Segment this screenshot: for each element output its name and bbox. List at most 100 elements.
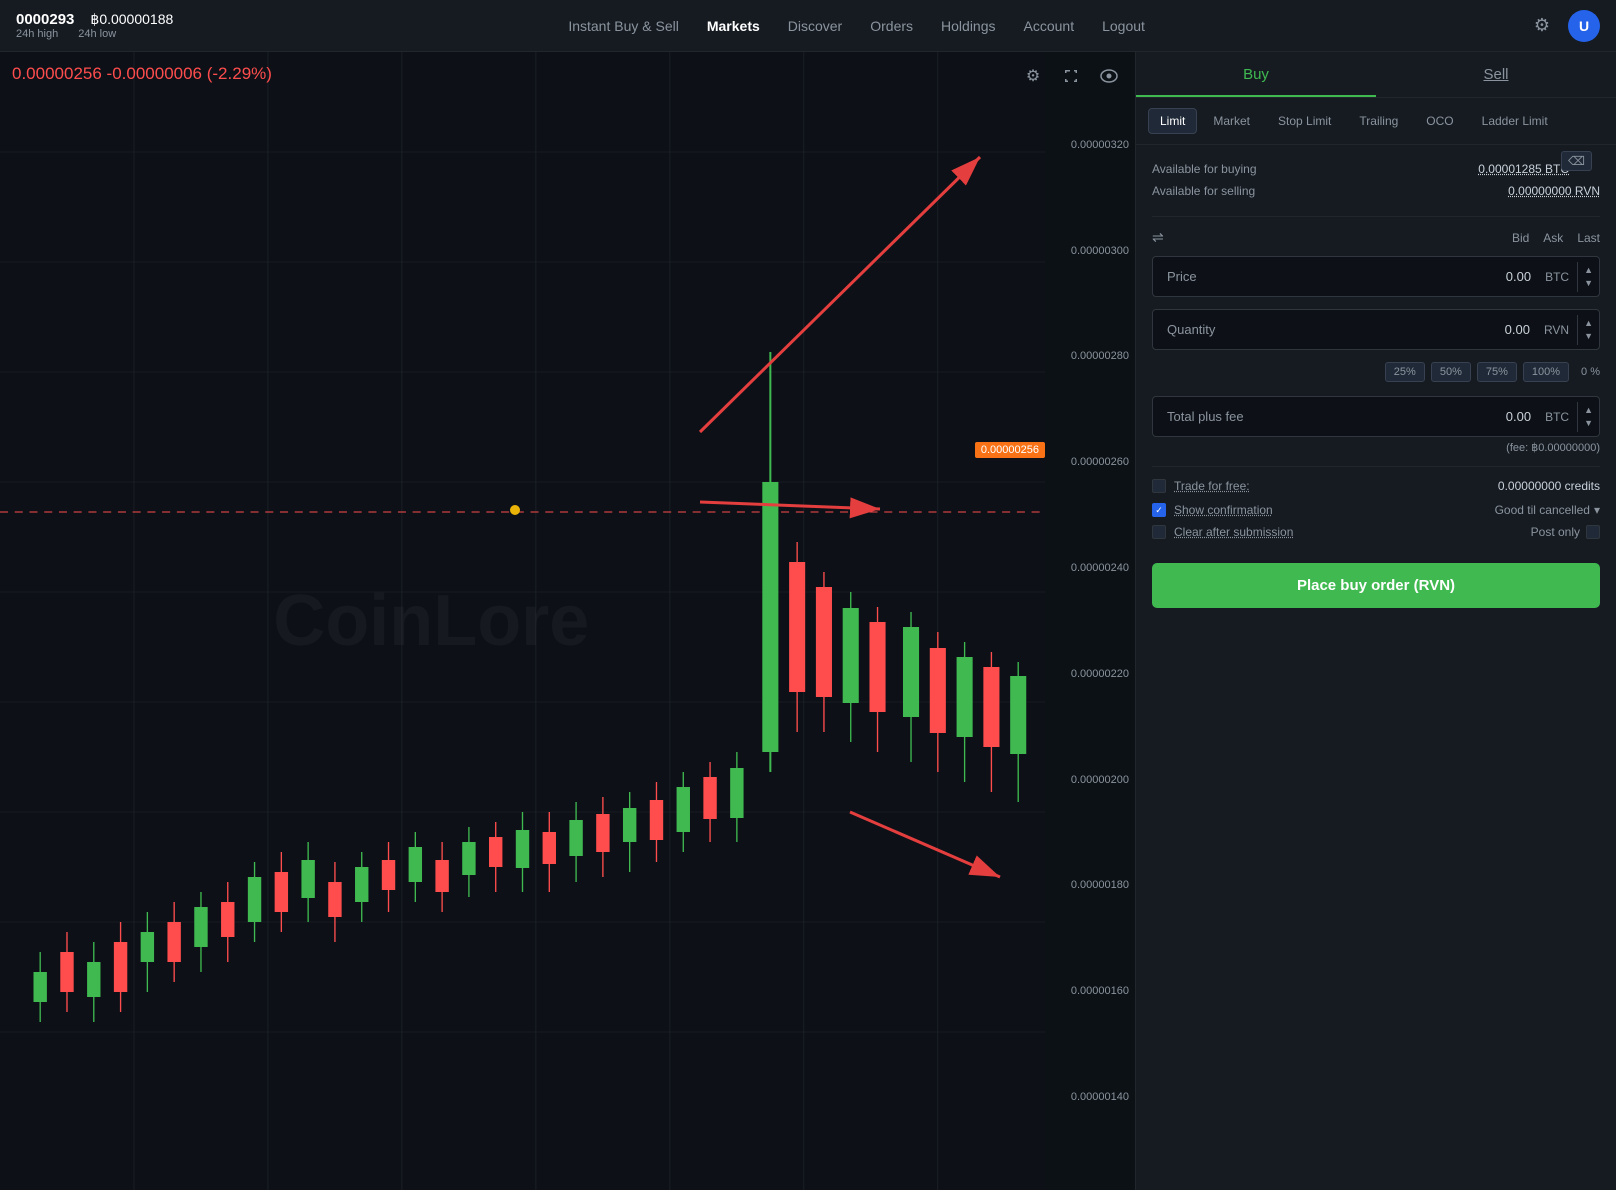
price-label-280: 0.00000280 <box>1045 350 1129 362</box>
total-currency: BTC <box>1537 398 1577 436</box>
price-label-160: 0.00000160 <box>1045 985 1129 997</box>
total-label: Total plus fee <box>1153 397 1258 436</box>
total-spinners[interactable]: ▲ ▼ <box>1577 402 1599 432</box>
price-down-btn[interactable]: ▼ <box>1582 277 1595 290</box>
available-buying-value[interactable]: 0.00001285 BTC <box>1478 159 1569 181</box>
bid-label: Bid <box>1512 231 1529 245</box>
show-confirmation-row: Show confirmation Good til cancelled ▾ <box>1152 503 1600 517</box>
confirm-left: Show confirmation <box>1152 503 1273 517</box>
nav-right: ⚙ U <box>1528 10 1600 42</box>
available-selling-value[interactable]: 0.00000000 RVN <box>1508 181 1600 203</box>
order-type-tabs: Limit Market Stop Limit Trailing OCO Lad… <box>1136 98 1616 145</box>
available-section: Available for buying 0.00001285 BTC Avai… <box>1152 159 1600 202</box>
high-label: 24h high <box>16 28 58 40</box>
price-input-row: Price 0.00 BTC ▲ ▼ <box>1152 256 1600 297</box>
quantity-input-row: Quantity 0.00 RVN ▲ ▼ <box>1152 309 1600 350</box>
nav-links: Instant Buy & Sell Markets Discover Orde… <box>209 18 1504 34</box>
post-only-right: Post only <box>1531 525 1600 539</box>
gtc-dropdown[interactable]: Good til cancelled ▾ <box>1495 503 1600 517</box>
total-down-btn[interactable]: ▼ <box>1582 417 1595 430</box>
user-avatar[interactable]: U <box>1568 10 1600 42</box>
low-label: 24h low <box>78 28 116 40</box>
clear-submission-checkbox[interactable] <box>1152 525 1166 539</box>
pct-100-btn[interactable]: 100% <box>1523 362 1569 382</box>
available-buying-row: Available for buying 0.00001285 BTC <box>1152 159 1569 181</box>
price-spinners[interactable]: ▲ ▼ <box>1577 262 1599 292</box>
gtc-label: Good til cancelled <box>1495 503 1590 517</box>
order-tab-stop-limit[interactable]: Stop Limit <box>1266 108 1343 134</box>
trade-free-row: Trade for free: 0.00000000 credits <box>1152 479 1600 493</box>
quantity-down-btn[interactable]: ▼ <box>1582 330 1595 343</box>
price-label-180: 0.00000180 <box>1045 879 1129 891</box>
price-value[interactable]: 0.00 <box>1243 257 1537 296</box>
total-input-row: Total plus fee 0.00 BTC ▲ ▼ <box>1152 396 1600 437</box>
pct-25-btn[interactable]: 25% <box>1385 362 1425 382</box>
price-label-260: 0.00000260 <box>1045 456 1129 468</box>
price-label-200: 0.00000200 <box>1045 774 1129 786</box>
sell-tab[interactable]: Sell <box>1376 52 1616 97</box>
quantity-up-btn[interactable]: ▲ <box>1582 317 1595 330</box>
nav-logout[interactable]: Logout <box>1102 18 1145 34</box>
order-tab-ladder-limit[interactable]: Ladder Limit <box>1470 108 1560 134</box>
chart-svg-container <box>0 52 1045 1190</box>
show-confirmation-checkbox[interactable] <box>1152 503 1166 517</box>
order-tab-market[interactable]: Market <box>1201 108 1262 134</box>
total-up-btn[interactable]: ▲ <box>1582 404 1595 417</box>
quantity-value[interactable]: 0.00 <box>1243 310 1536 349</box>
nav-discover[interactable]: Discover <box>788 18 842 34</box>
topnav: 0000293 ฿0.00000188 24h high 24h low Ins… <box>0 0 1616 52</box>
candlestick-chart <box>0 52 1045 1190</box>
price-axis: 0.00000320 0.00000300 0.00000280 0.00000… <box>1045 52 1135 1190</box>
buy-tab[interactable]: Buy <box>1136 52 1376 97</box>
total-value[interactable]: 0.00 <box>1258 397 1537 436</box>
clear-submission-label[interactable]: Clear after submission <box>1174 525 1293 539</box>
ask-label: Ask <box>1543 231 1563 245</box>
trade-free-label[interactable]: Trade for free: <box>1174 479 1250 493</box>
eye-icon[interactable] <box>1095 62 1123 90</box>
available-buying-label: Available for buying <box>1152 159 1257 181</box>
nav-account[interactable]: Account <box>1024 18 1075 34</box>
filter-icon[interactable]: ⇌ <box>1152 229 1164 246</box>
nav-orders[interactable]: Orders <box>870 18 913 34</box>
price-label-320: 0.00000320 <box>1045 139 1129 151</box>
expand-icon[interactable] <box>1057 62 1085 90</box>
brand-info: 0000293 ฿0.00000188 24h high 24h low <box>16 11 173 40</box>
price-currency: BTC <box>1537 258 1577 296</box>
available-selling-row: Available for selling 0.00000000 RVN <box>1152 181 1600 203</box>
order-tab-trailing[interactable]: Trailing <box>1347 108 1410 134</box>
settings-chart-icon[interactable]: ⚙ <box>1019 62 1047 90</box>
delete-icon[interactable]: ⌫ <box>1561 151 1592 171</box>
quantity-spinners[interactable]: ▲ ▼ <box>1577 315 1599 345</box>
trade-free-left: Trade for free: <box>1152 479 1250 493</box>
chart-toolbar: ⚙ <box>1019 62 1123 90</box>
pct-50-btn[interactable]: 50% <box>1431 362 1471 382</box>
nav-markets[interactable]: Markets <box>707 18 760 34</box>
order-tab-limit[interactable]: Limit <box>1148 108 1197 134</box>
place-order-button[interactable]: Place buy order (RVN) <box>1152 563 1600 608</box>
pct-75-btn[interactable]: 75% <box>1477 362 1517 382</box>
nav-instant-buy-sell[interactable]: Instant Buy & Sell <box>568 18 679 34</box>
nav-holdings[interactable]: Holdings <box>941 18 995 34</box>
quantity-label: Quantity <box>1153 310 1243 349</box>
price-up-btn[interactable]: ▲ <box>1582 264 1595 277</box>
main-layout: 0.00000256 -0.00000006 (-2.29%) ⚙ CoinLo… <box>0 52 1616 1190</box>
quantity-currency: RVN <box>1536 311 1577 349</box>
price-label: Price <box>1153 257 1243 296</box>
trade-free-checkbox[interactable] <box>1152 479 1166 493</box>
pct-display: 0 % <box>1581 366 1600 378</box>
last-label: Last <box>1577 231 1600 245</box>
order-tab-oco[interactable]: OCO <box>1414 108 1465 134</box>
price-label-140: 0.00000140 <box>1045 1091 1129 1103</box>
post-only-checkbox[interactable] <box>1586 525 1600 539</box>
show-confirmation-label[interactable]: Show confirmation <box>1174 503 1273 517</box>
post-left: Clear after submission <box>1152 525 1293 539</box>
buy-sell-tabs: Buy Sell <box>1136 52 1616 98</box>
price-label-300: 0.00000300 <box>1045 245 1129 257</box>
divider-2 <box>1152 466 1600 467</box>
fee-note: (fee: ฿0.00000000) <box>1152 441 1600 454</box>
settings-icon[interactable]: ⚙ <box>1528 12 1556 40</box>
pct-row: 25% 50% 75% 100% 0 % <box>1152 362 1600 382</box>
price-label-240: 0.00000240 <box>1045 562 1129 574</box>
ticker-symbol: 0000293 <box>16 11 74 28</box>
clear-submission-row: Clear after submission Post only <box>1152 525 1600 539</box>
